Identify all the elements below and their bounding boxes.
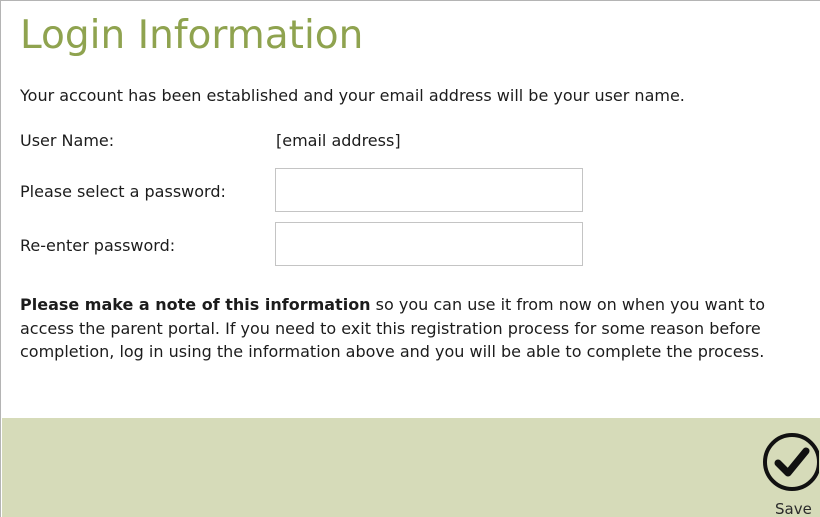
- password-field[interactable]: [275, 168, 583, 212]
- confirm-password-label: Re-enter password:: [20, 236, 176, 255]
- username-label: User Name:: [20, 131, 115, 150]
- password-label: Please select a password:: [20, 182, 226, 201]
- note-text: Please make a note of this information s…: [20, 293, 820, 364]
- login-information-panel: Login Information Your account has been …: [0, 0, 820, 517]
- confirm-password-field[interactable]: [275, 222, 583, 266]
- username-value: [email address]: [276, 131, 401, 150]
- save-label: Save: [775, 500, 812, 517]
- save-button[interactable]: Save: [758, 431, 820, 517]
- page-title: Login Information: [20, 13, 364, 58]
- note-emphasis: Please make a note of this information: [20, 295, 371, 314]
- intro-text: Your account has been established and yo…: [20, 86, 685, 105]
- check-circle-icon: [763, 433, 819, 491]
- footer-bar: [2, 418, 820, 517]
